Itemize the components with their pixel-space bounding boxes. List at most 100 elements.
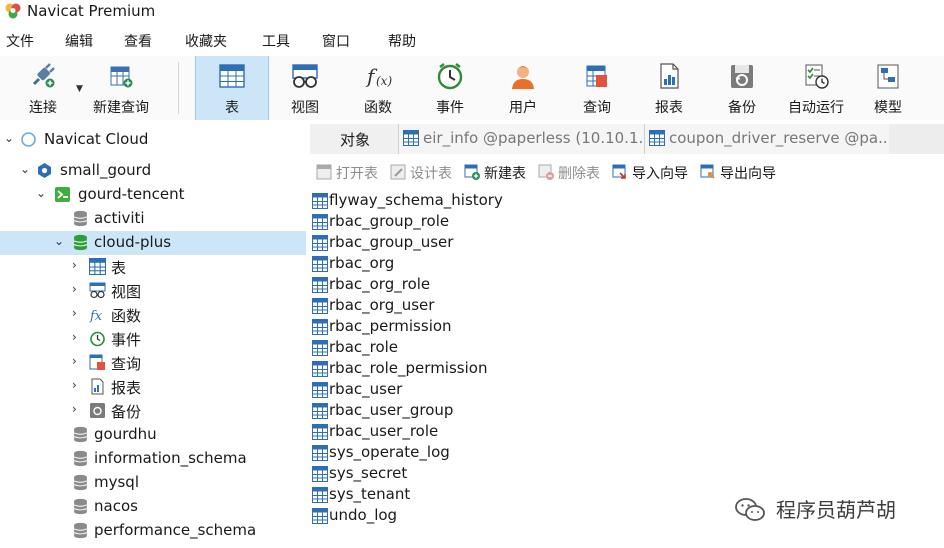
menu-favorites[interactable]: 收藏夹: [185, 31, 227, 51]
toolbar-query-button[interactable]: 查询: [562, 56, 632, 120]
toolbar-query-label: 查询: [583, 100, 611, 116]
toolbar-connect-label: 连接: [29, 100, 57, 116]
table-icon: [312, 508, 328, 524]
table-icon: [312, 235, 328, 251]
table-icon: [312, 487, 328, 503]
chevron-down-icon[interactable]: ▼: [76, 84, 83, 94]
tree-item-database[interactable]: nacos: [0, 495, 306, 519]
chevron-right-icon[interactable]: ›: [72, 355, 84, 367]
toolbar-automation-button[interactable]: 自动运行: [780, 56, 852, 120]
chevron-right-icon[interactable]: ›: [72, 307, 84, 319]
table-icon: [312, 424, 328, 440]
database-icon: [72, 426, 89, 443]
chevron-right-icon[interactable]: ›: [72, 403, 84, 415]
new-table-icon: [464, 164, 480, 180]
tab-objects[interactable]: 对象: [310, 124, 398, 154]
chevron-down-icon[interactable]: ⌄: [54, 235, 66, 247]
table-icon: [312, 340, 328, 356]
tree-item-functions[interactable]: › fx 函数: [0, 303, 306, 327]
toolbar-view-button[interactable]: 视图: [270, 56, 340, 120]
open-table-icon: [316, 164, 332, 180]
toolbar-user-button[interactable]: 用户: [487, 56, 559, 120]
tab-eir-info[interactable]: eir_info @paperless (10.10.1...: [398, 124, 645, 154]
object-toolbar: 打开表 设计表 新建表 删除表 导入向导 导出向导: [310, 160, 944, 186]
menu-window[interactable]: 窗口: [322, 31, 350, 51]
menu-bar: 文件 编辑 查看 收藏夹 工具 窗口 帮助: [0, 28, 944, 52]
tree-item-database[interactable]: information_schema: [0, 447, 306, 471]
tree-item-connection[interactable]: ⌄ gourd-tencent: [0, 183, 306, 207]
database-icon: [72, 498, 89, 515]
plug-icon: [32, 63, 55, 88]
chevron-right-icon[interactable]: ›: [72, 331, 84, 343]
toolbar-separator: [178, 62, 179, 114]
table-icon: [312, 382, 328, 398]
toolbar-connect-button[interactable]: 连接: [12, 56, 74, 120]
database-icon: [72, 474, 89, 491]
tree-item-database[interactable]: performance_schema: [0, 519, 306, 543]
table-icon: [649, 130, 665, 146]
toolbar-backup-button[interactable]: 备份: [706, 56, 778, 120]
tree-item-views[interactable]: › 视图: [0, 279, 306, 303]
tree-item-reports[interactable]: › 报表: [0, 375, 306, 399]
database-icon: [72, 234, 89, 251]
table-icon: [312, 256, 328, 272]
wechat-icon: [735, 498, 765, 521]
report-icon: [91, 378, 104, 395]
toolbar-model-label: 模型: [874, 100, 902, 116]
toolbar-report-button[interactable]: 报表: [634, 56, 704, 120]
chevron-down-icon[interactable]: ⌄: [36, 187, 48, 199]
menu-tools[interactable]: 工具: [262, 31, 290, 51]
table-icon: [312, 193, 328, 209]
tab-coupon-driver-reserve[interactable]: coupon_driver_reserve @pa...: [644, 124, 889, 154]
chevron-right-icon[interactable]: ›: [72, 379, 84, 391]
tree-item-tables[interactable]: › 表: [0, 255, 306, 279]
toolbar-new-query-button[interactable]: 新建查询: [88, 56, 154, 120]
table-icon: [312, 466, 328, 482]
toolbar-model-button[interactable]: 模型: [856, 56, 920, 120]
project-icon: [38, 163, 51, 178]
database-icon: [72, 450, 89, 467]
toolbar-event-button[interactable]: 事件: [415, 56, 485, 120]
delete-table-icon: [538, 164, 554, 180]
table-icon: [312, 277, 328, 293]
menu-file[interactable]: 文件: [6, 31, 34, 51]
toolbar-automation-label: 自动运行: [788, 100, 844, 116]
menu-help[interactable]: 帮助: [388, 31, 416, 51]
menu-view[interactable]: 查看: [124, 31, 152, 51]
menu-edit[interactable]: 编辑: [65, 31, 93, 51]
tree-item-project[interactable]: ⌄ small_gourd: [0, 159, 306, 183]
toolbar-view-label: 视图: [291, 100, 319, 116]
tree-item-queries[interactable]: › 查询: [0, 351, 306, 375]
tree-item-database[interactable]: gourdhu: [0, 423, 306, 447]
tree-item-database[interactable]: activiti: [0, 207, 306, 231]
chevron-down-icon[interactable]: ⌄: [20, 163, 32, 175]
table-icon: [312, 361, 328, 377]
backup-icon: [90, 403, 105, 418]
watermark: 程序员葫芦胡: [734, 492, 934, 528]
toolbar-event-label: 事件: [436, 100, 464, 116]
toolbar-table-button[interactable]: 表: [195, 56, 269, 120]
tree-item-backups[interactable]: › 备份: [0, 399, 306, 423]
report-icon: [660, 63, 679, 89]
clock-icon: [437, 63, 463, 90]
chevron-right-icon[interactable]: ›: [72, 283, 84, 295]
svg-text:(x): (x): [376, 74, 392, 88]
tree-item-database-selected[interactable]: ⌄ cloud-plus: [0, 231, 306, 255]
tree-item-events[interactable]: › 事件: [0, 327, 306, 351]
toolbar-table-label: 表: [225, 100, 239, 116]
tab-strip: 对象 eir_info @paperless (10.10.1... coupo…: [310, 124, 944, 154]
tree-item-navicat-cloud[interactable]: ⌄ Navicat Cloud: [0, 128, 306, 152]
function-icon: f (x): [365, 64, 392, 88]
toolbar-function-button[interactable]: f (x) 函数: [343, 56, 413, 120]
import-icon: [612, 164, 626, 179]
table-icon: [219, 64, 245, 88]
tree-item-database[interactable]: mysql: [0, 471, 306, 495]
toolbar-backup-label: 备份: [728, 100, 756, 116]
database-icon: [72, 522, 89, 539]
table-icon: [312, 214, 328, 230]
clock-icon: [90, 331, 105, 347]
chevron-right-icon[interactable]: ›: [72, 259, 84, 271]
chevron-down-icon[interactable]: ⌄: [4, 132, 16, 144]
svg-text:fx: fx: [89, 309, 103, 323]
toolbar-new-query-label: 新建查询: [93, 100, 149, 116]
